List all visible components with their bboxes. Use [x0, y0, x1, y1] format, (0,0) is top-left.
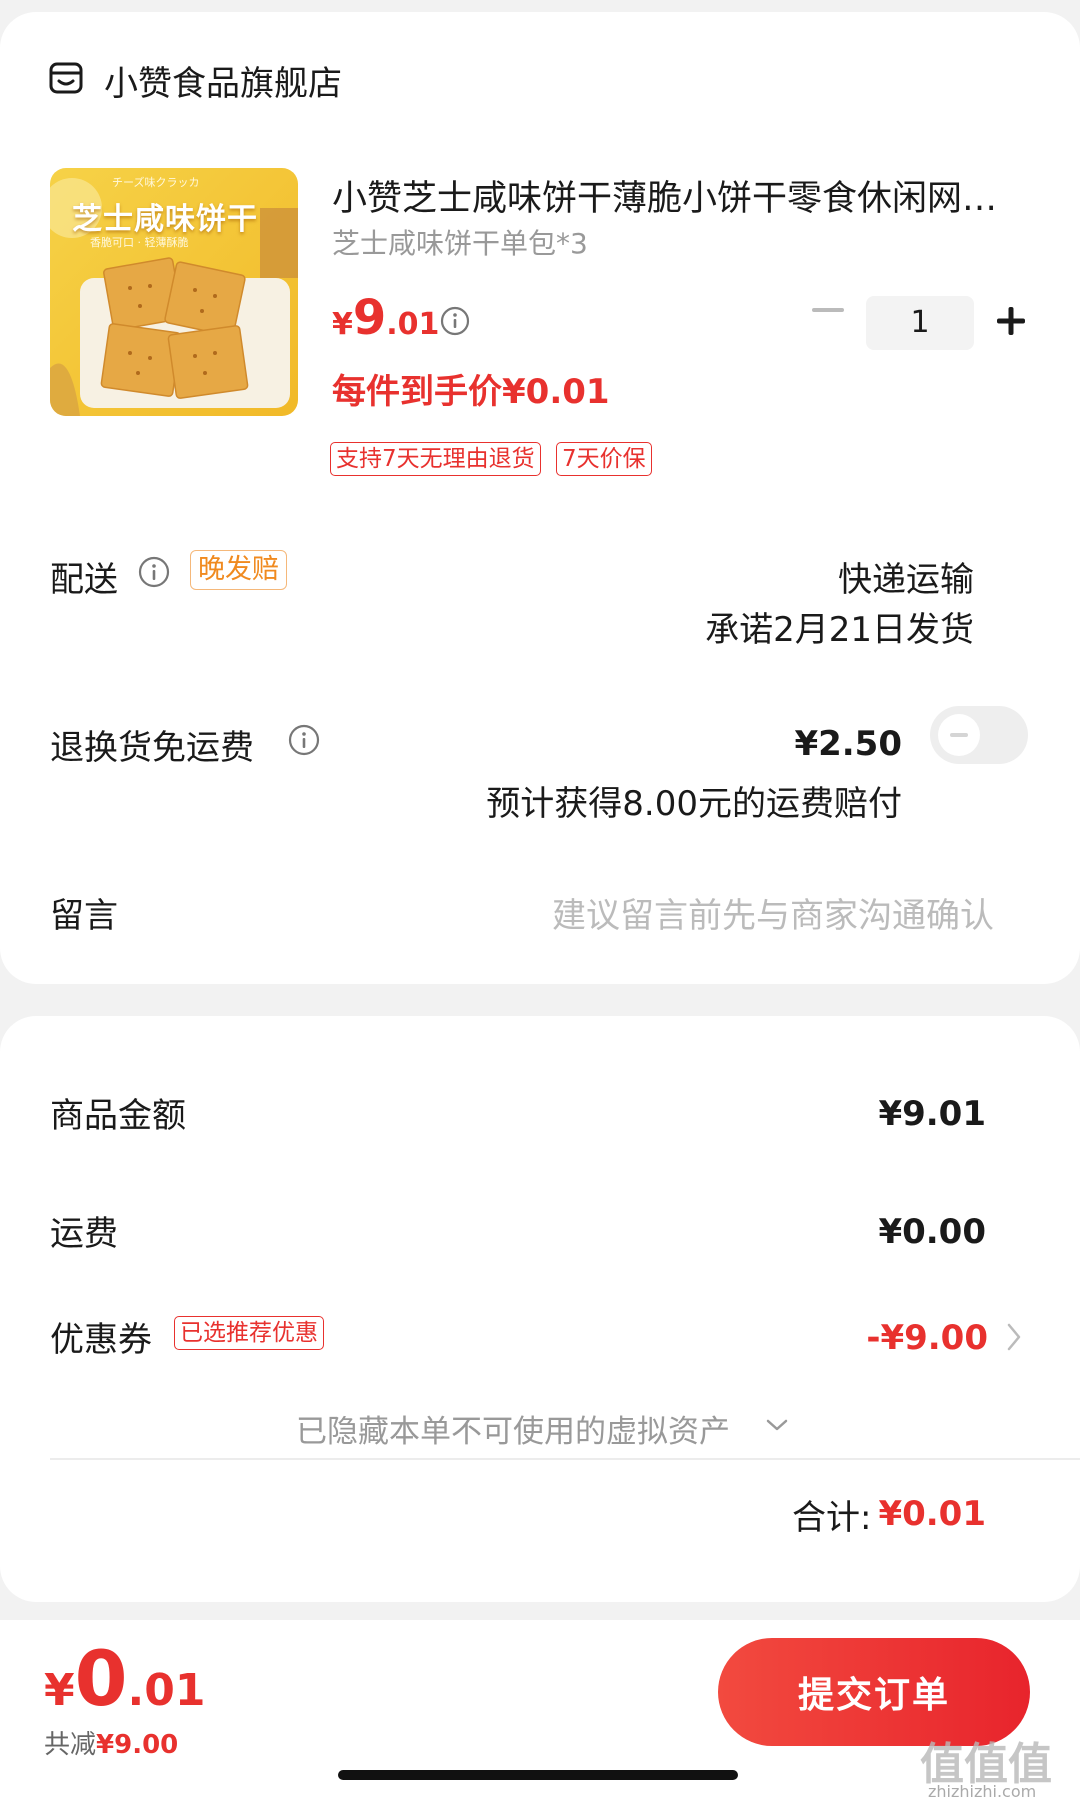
message-input[interactable]: 建议留言前先与商家沟通确认 — [552, 888, 994, 937]
delivery-method[interactable]: 快递运输 — [838, 552, 974, 601]
quantity-decrease-button[interactable] — [812, 308, 844, 312]
delivery-label: 配送 — [50, 560, 118, 600]
info-icon[interactable] — [440, 306, 470, 336]
product-image[interactable]: チーズ味クラッカ 芝士咸味饼干 香脆可口 · 轻薄酥脆 — [50, 168, 298, 416]
product-price: ¥9.01 — [332, 290, 439, 346]
quantity-increase-button[interactable] — [992, 302, 1030, 340]
image-caption-sub: 香脆可口 · 轻薄酥脆 — [90, 236, 189, 249]
chevron-down-icon[interactable] — [766, 1418, 788, 1432]
price-symbol: ¥ — [332, 307, 353, 342]
late-delivery-compensation-badge[interactable]: 晚发赔 — [190, 550, 287, 590]
message-label: 留言 — [50, 896, 118, 936]
total-integer: 0 — [74, 1634, 128, 1723]
image-caption-title: 芝士咸味饼干 — [72, 202, 258, 237]
tag-price-protection: 7天价保 — [556, 442, 652, 476]
image-caption-jp: チーズ味クラッカ — [112, 176, 200, 189]
tag-return-policy: 支持7天无理由退货 — [330, 442, 541, 476]
per-item-price: 每件到手价¥0.01 — [332, 372, 610, 412]
total-label: 合计: — [792, 1498, 872, 1538]
shipping-fee-value: ¥0.00 — [878, 1212, 986, 1252]
price-decimal: .01 — [386, 307, 440, 342]
saved-amount: 共减¥9.00 — [44, 1724, 178, 1761]
shop-name[interactable]: 小赞食品旗舰店 — [104, 56, 342, 105]
goods-amount-label: 商品金额 — [50, 1096, 186, 1136]
bottom-total: ¥0.01 — [44, 1634, 205, 1723]
product-spec[interactable]: 芝士咸味饼干单包*3 — [332, 222, 588, 262]
order-card: 小赞食品旗舰店 チーズ味クラッカ 芝士咸味饼干 香脆可口 · 轻薄酥脆 小赞芝士… — [0, 12, 1080, 984]
checkout-bar: ¥0.01 共减¥9.00 提交订单 值值值 zhizhizhi.com — [0, 1620, 1080, 1802]
shipping-fee-label: 运费 — [50, 1214, 118, 1254]
info-icon[interactable] — [288, 724, 320, 756]
coupon-selected-tag: 已选推荐优惠 — [174, 1316, 324, 1350]
summary-divider — [50, 1458, 1080, 1460]
chevron-right-icon[interactable] — [1006, 1322, 1022, 1352]
saved-label: 共减 — [44, 1730, 97, 1760]
goods-amount-value: ¥9.01 — [878, 1094, 986, 1134]
return-shipping-label: 退换货免运费 — [50, 728, 254, 768]
quantity-input[interactable]: 1 — [866, 296, 974, 350]
delivery-promise: 承诺2月21日发货 — [705, 610, 974, 650]
return-shipping-toggle[interactable] — [930, 706, 1028, 764]
coupon-label: 优惠券 — [50, 1320, 152, 1360]
total-decimal: .01 — [127, 1665, 206, 1716]
toggle-knob — [938, 714, 980, 756]
hidden-assets-note[interactable]: 已隐藏本单不可使用的虚拟资产 — [296, 1406, 730, 1451]
price-integer: 9 — [352, 290, 387, 346]
return-shipping-price: ¥2.50 — [794, 724, 902, 764]
total-value: ¥0.01 — [878, 1494, 986, 1534]
info-icon[interactable] — [138, 556, 170, 588]
product-title[interactable]: 小赞芝士咸味饼干薄脆小饼干零食休闲网… — [332, 170, 1022, 221]
watermark-url: zhizhizhi.com — [928, 1782, 1037, 1801]
return-shipping-note: 预计获得8.00元的运费赔付 — [486, 784, 902, 824]
store-icon — [49, 62, 83, 94]
saved-value: ¥9.00 — [96, 1730, 179, 1760]
total-symbol: ¥ — [44, 1665, 75, 1716]
home-indicator — [338, 1770, 738, 1780]
coupon-value[interactable]: -¥9.00 — [866, 1318, 988, 1358]
